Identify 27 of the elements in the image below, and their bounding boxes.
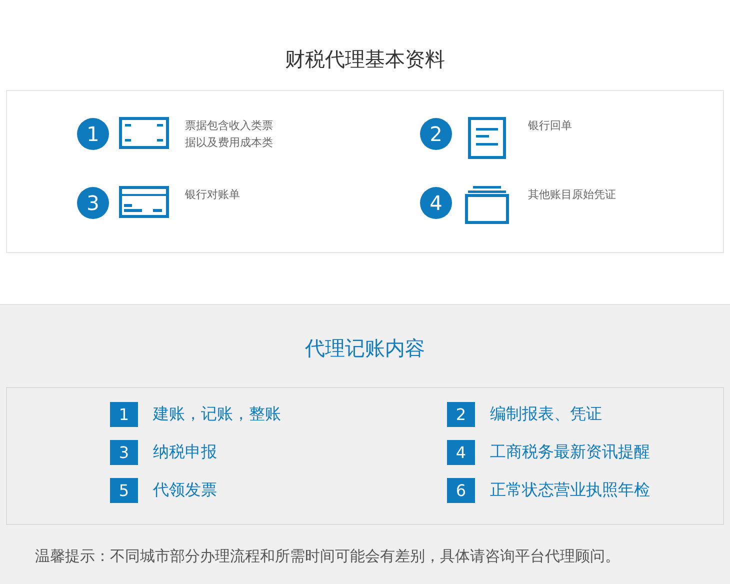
service-label: 编制报表、凭证 bbox=[490, 404, 602, 425]
number-badge: 2 bbox=[447, 402, 475, 427]
section-title: 代理记账内容 bbox=[304, 335, 426, 362]
material-label: 票据包含收入类票据以及费用成本类 bbox=[185, 118, 274, 151]
number-badge: 1 bbox=[77, 118, 109, 150]
number-badge: 4 bbox=[447, 440, 475, 465]
statement-icon bbox=[119, 186, 169, 218]
service-label: 纳税申报 bbox=[153, 442, 217, 463]
number-badge: 6 bbox=[447, 478, 475, 503]
document-icon bbox=[468, 117, 506, 159]
service-label: 代领发票 bbox=[153, 480, 217, 501]
service-label: 工商税务最新资讯提醒 bbox=[490, 442, 650, 463]
stacked-folder-icon bbox=[465, 186, 509, 224]
number-badge: 4 bbox=[420, 186, 452, 218]
number-badge: 3 bbox=[110, 440, 138, 465]
material-label: 银行对账单 bbox=[185, 186, 241, 202]
tip-text: 温馨提示：不同城市部分办理流程和所需时间可能会有差别，具体请咨询平台代理顾问。 bbox=[35, 547, 621, 566]
material-label: 其他账目原始凭证 bbox=[528, 186, 617, 202]
service-label: 建账，记账，整账 bbox=[153, 404, 281, 425]
number-badge: 5 bbox=[110, 478, 138, 503]
section-title: 财税代理基本资料 bbox=[284, 46, 446, 73]
number-badge: 2 bbox=[420, 118, 452, 150]
ticket-icon bbox=[119, 117, 169, 149]
number-badge: 3 bbox=[77, 186, 109, 218]
service-label: 正常状态营业执照年检 bbox=[490, 480, 650, 501]
material-label: 银行回单 bbox=[528, 118, 573, 134]
number-badge: 1 bbox=[110, 402, 138, 427]
